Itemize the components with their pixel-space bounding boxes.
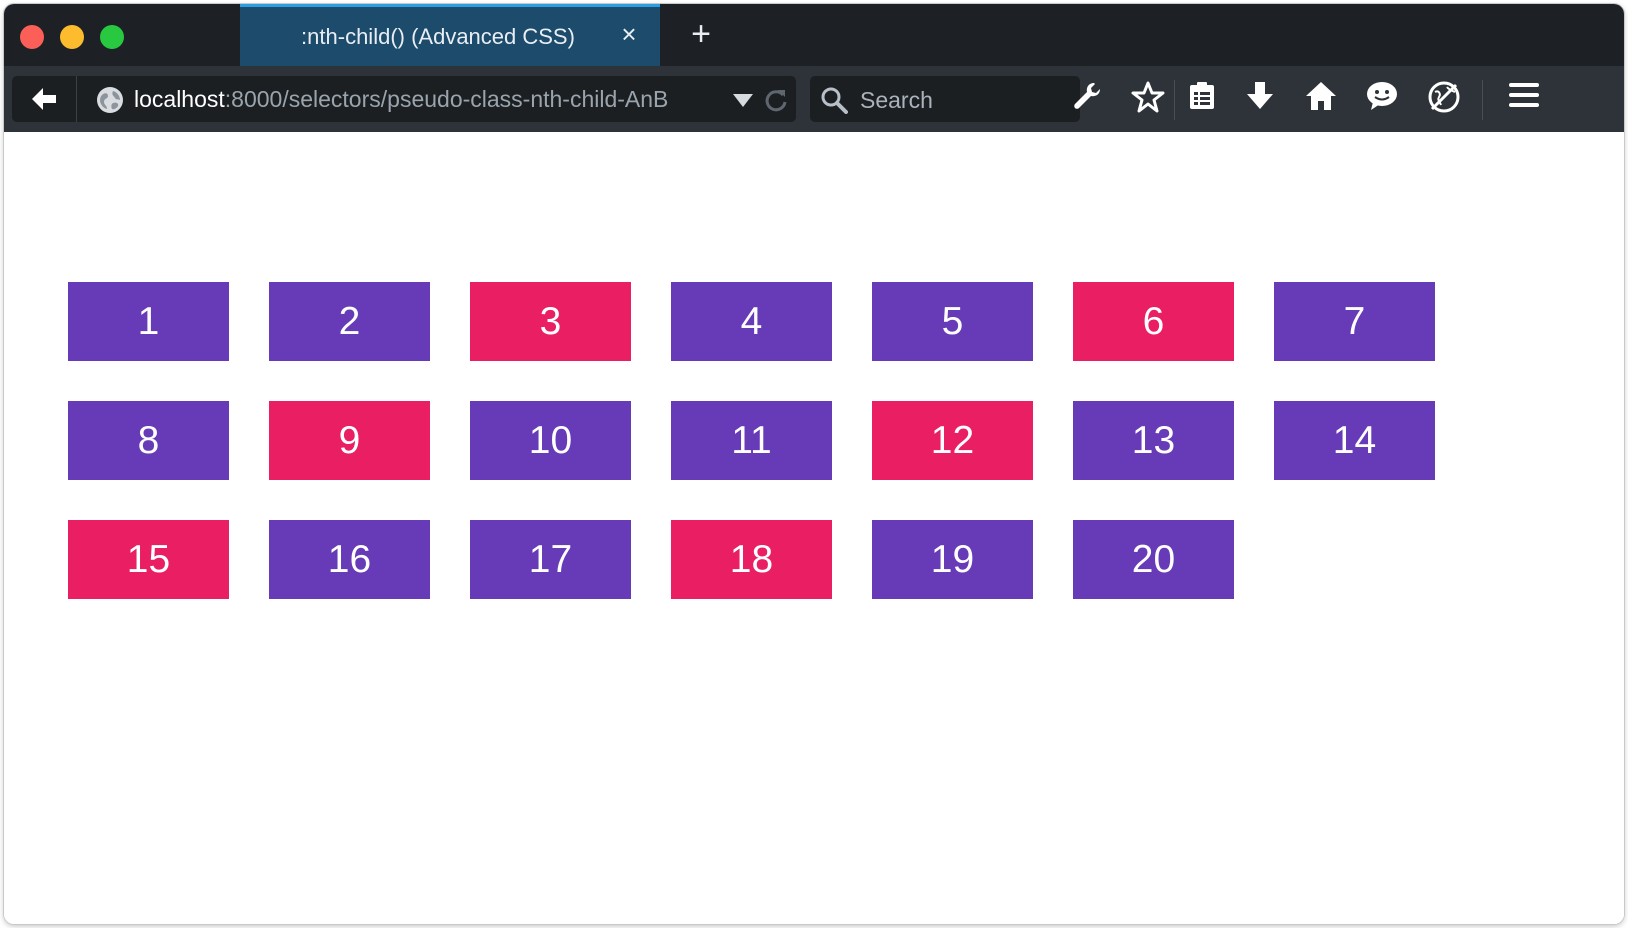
number-box: 17	[470, 520, 631, 599]
url-host: localhost	[134, 86, 225, 112]
chat-icon[interactable]	[1362, 80, 1402, 120]
nav-bar: localhost:8000/selectors/pseudo-class-nt…	[4, 66, 1624, 132]
url-bar[interactable]: localhost:8000/selectors/pseudo-class-nt…	[12, 76, 796, 122]
tab-title: :nth-child() (Advanced CSS)	[301, 24, 575, 49]
tab-close-icon[interactable]: ×	[616, 21, 642, 47]
search-icon	[821, 87, 848, 114]
search-bar[interactable]	[810, 76, 1080, 122]
number-box: 3	[470, 282, 631, 361]
search-input[interactable]	[858, 84, 1072, 116]
clipboard-list-icon	[1190, 82, 1214, 109]
box-grid: 1 2 3 4 5 6 7 8 9 10 11 12 13 14 15 16 17 18 19 20	[68, 282, 1488, 599]
speech-bubble-icon	[1367, 82, 1397, 110]
number-box: 4	[671, 282, 832, 361]
hamburger-icon	[1509, 83, 1539, 107]
download-icon[interactable]	[1240, 80, 1280, 120]
close-window-button[interactable]	[20, 25, 44, 49]
globe-icon	[97, 87, 123, 113]
wrench-icon-glyph	[1074, 83, 1100, 109]
tracking-protection-icon[interactable]	[1424, 80, 1464, 120]
number-box: 11	[671, 401, 832, 480]
number-box: 19	[872, 520, 1033, 599]
number-box: 6	[1073, 282, 1234, 361]
number-box: 5	[872, 282, 1033, 361]
wrench-icon[interactable]	[1068, 80, 1108, 120]
page-content: 1 2 3 4 5 6 7 8 9 10 11 12 13 14 15 16 17 18 19 20	[4, 132, 1624, 924]
crossed-globe-icon	[1428, 81, 1460, 113]
number-box: 13	[1073, 401, 1234, 480]
number-box: 12	[872, 401, 1033, 480]
toolbar-separator	[1174, 80, 1175, 120]
number-box: 1	[68, 282, 229, 361]
bookmark-star-icon[interactable]	[1128, 80, 1168, 120]
number-box: 8	[68, 401, 229, 480]
number-box: 14	[1274, 401, 1435, 480]
number-box: 10	[470, 401, 631, 480]
chevron-down-icon[interactable]	[732, 92, 754, 108]
home-icon[interactable]	[1301, 80, 1341, 120]
back-button[interactable]	[12, 76, 77, 122]
tab-bar: :nth-child() (Advanced CSS) × +	[4, 4, 1624, 66]
url-text[interactable]: localhost:8000/selectors/pseudo-class-nt…	[134, 86, 718, 114]
bookmarks-menu-icon[interactable]	[1182, 80, 1222, 120]
minimize-window-button[interactable]	[60, 25, 84, 49]
number-box: 18	[671, 520, 832, 599]
number-box: 16	[269, 520, 430, 599]
tab-active[interactable]: :nth-child() (Advanced CSS) ×	[240, 4, 660, 66]
number-box: 15	[68, 520, 229, 599]
reload-icon[interactable]	[764, 88, 788, 112]
new-tab-button[interactable]: +	[684, 17, 718, 52]
browser-window: :nth-child() (Advanced CSS) × + localhos…	[4, 4, 1624, 924]
menu-icon[interactable]	[1504, 80, 1544, 120]
url-path: :8000/selectors/pseudo-class-nth-child-A…	[224, 86, 669, 112]
toolbar-separator	[1482, 80, 1483, 120]
number-box: 9	[269, 401, 430, 480]
number-box: 2	[269, 282, 430, 361]
number-box: 20	[1073, 520, 1234, 599]
zoom-window-button[interactable]	[100, 25, 124, 49]
back-arrow-icon	[32, 88, 56, 110]
number-box: 7	[1274, 282, 1435, 361]
house-icon	[1306, 82, 1336, 110]
download-arrow-icon	[1247, 82, 1273, 109]
star-icon	[1131, 81, 1165, 113]
